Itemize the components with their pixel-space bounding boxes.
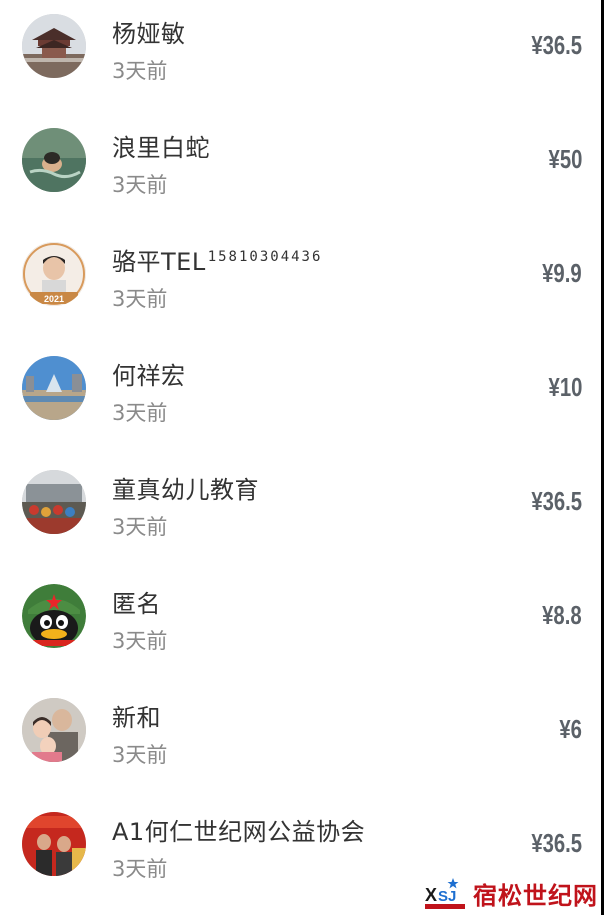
svg-text:X: X — [425, 885, 437, 905]
watermark-text: 宿松世纪网 — [473, 881, 598, 910]
donor-name-text: 何祥宏 — [112, 362, 186, 390]
donor-name: 何祥宏 — [112, 356, 186, 391]
donation-amount: ¥36.5 — [531, 486, 582, 516]
donation-amount: ¥50 — [548, 144, 582, 174]
avatar[interactable] — [22, 128, 86, 192]
event-photo-avatar-icon — [22, 812, 86, 876]
donor-name: 匿名 — [112, 584, 161, 619]
donation-time: 3天前 — [112, 857, 168, 881]
svg-text:2021: 2021 — [44, 294, 64, 304]
donation-time: 3天前 — [112, 401, 168, 425]
list-item[interactable]: 童真幼儿教育 3天前 ¥36.5 — [0, 456, 604, 570]
donation-amount: ¥10 — [548, 372, 582, 402]
donation-time: 3天前 — [112, 743, 168, 767]
donor-name: 浪里白蛇 — [112, 128, 210, 163]
list-item[interactable]: 新和 3天前 ¥6 — [0, 684, 604, 798]
avatar[interactable] — [22, 356, 86, 420]
avatar[interactable] — [22, 14, 86, 78]
donor-name: 新和 — [112, 698, 161, 733]
donor-name: 童真幼儿教育 — [112, 470, 259, 505]
list-item[interactable]: 浪里白蛇 3天前 ¥50 — [0, 114, 604, 228]
fountain-photo-avatar-icon — [22, 356, 86, 420]
pavilion-photo-avatar-icon — [22, 14, 86, 78]
donation-amount: ¥8.8 — [542, 600, 582, 630]
donor-name: 骆平TEL 15810304436 — [112, 242, 322, 277]
donor-phone: 15810304436 — [207, 249, 323, 265]
donor-name-text: 浪里白蛇 — [112, 134, 210, 162]
donor-name: 杨娅敏 — [112, 14, 186, 49]
donor-name: A1何仁世纪网公益协会 — [112, 812, 365, 847]
donation-time: 3天前 — [112, 173, 168, 197]
avatar[interactable]: 2021 — [22, 242, 86, 306]
avatar[interactable] — [22, 584, 86, 648]
avatar[interactable] — [22, 698, 86, 762]
avatar[interactable] — [22, 470, 86, 534]
donation-amount: ¥36.5 — [531, 828, 582, 858]
donation-list: 杨娅敏 3天前 ¥36.5 浪里白蛇 3天前 ¥50 2021 骆平TEL 15… — [0, 0, 604, 915]
list-item[interactable]: 何祥宏 3天前 ¥10 — [0, 342, 604, 456]
svg-text:SJ: SJ — [438, 888, 456, 905]
donor-name-text: 骆平TEL — [112, 248, 206, 276]
swimmer-photo-avatar-icon — [22, 128, 86, 192]
donation-amount: ¥6 — [559, 714, 582, 744]
donation-amount: ¥36.5 — [531, 30, 582, 60]
avatar[interactable] — [22, 812, 86, 876]
family-photo-avatar-icon — [22, 698, 86, 762]
list-item[interactable]: 2021 骆平TEL 15810304436 3天前 ¥9.9 — [0, 228, 604, 342]
donation-time: 3天前 — [112, 629, 168, 653]
portrait-2021-avatar-icon: 2021 — [22, 242, 86, 306]
donor-name-text: 新和 — [112, 704, 161, 732]
penguin-avatar-icon — [22, 584, 86, 648]
donation-time: 3天前 — [112, 59, 168, 83]
donor-name-text: A1何仁世纪网公益协会 — [112, 818, 366, 846]
group-photo-avatar-icon — [22, 470, 86, 534]
donor-name-text: 匿名 — [112, 590, 161, 618]
list-item[interactable]: 匿名 3天前 ¥8.8 — [0, 570, 604, 684]
donor-name-text: 杨娅敏 — [112, 20, 186, 48]
donation-time: 3天前 — [112, 287, 168, 311]
site-watermark: X SJ 宿松世纪网 — [423, 876, 598, 911]
donation-time: 3天前 — [112, 515, 168, 539]
xsj-logo-icon: X SJ — [425, 877, 465, 909]
list-item[interactable]: 杨娅敏 3天前 ¥36.5 — [0, 0, 604, 114]
donation-amount: ¥9.9 — [542, 258, 582, 288]
donor-name-text: 童真幼儿教育 — [112, 476, 259, 504]
